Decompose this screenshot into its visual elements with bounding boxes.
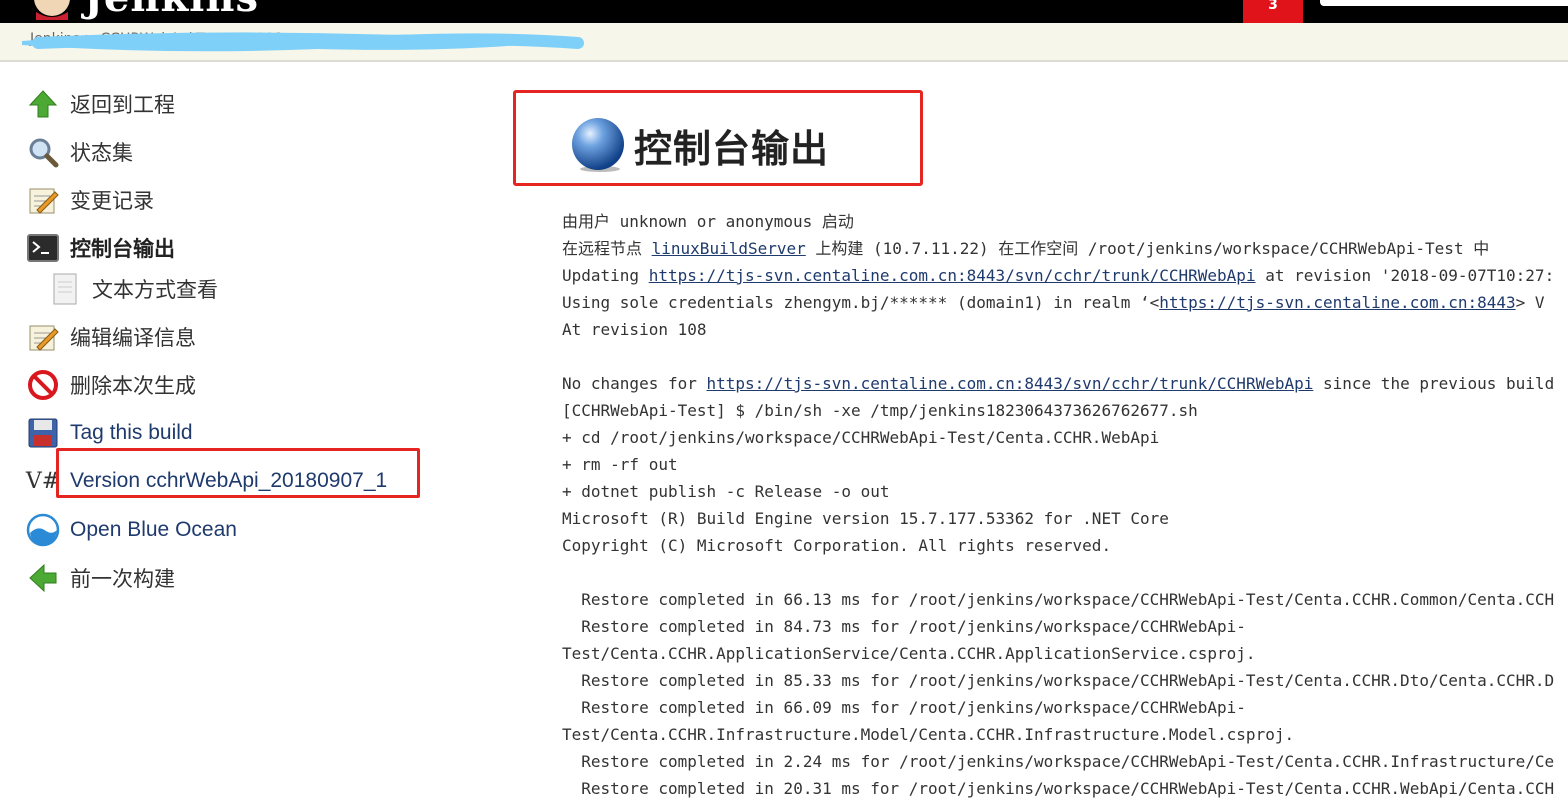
jenkins-butler-logo-icon[interactable] (26, 0, 78, 20)
console-line: [CCHRWebApi-Test] $ /bin/sh -xe /tmp/jen… (562, 401, 1198, 420)
console-line: Using sole credentials zhengym.bj/******… (562, 289, 1568, 316)
console-line: 由用户 unknown or anonymous 启动 (562, 212, 854, 231)
task-view-as-plain-text[interactable]: 文本方式查看 (48, 271, 218, 307)
task-label: Tag this build (70, 421, 193, 444)
console-line: At revision 108 (562, 320, 707, 339)
floppy-disk-icon (26, 416, 60, 450)
task-label: 删除本次生成 (70, 374, 196, 398)
terminal-icon (26, 231, 60, 265)
task-label: 编辑编译信息 (70, 326, 196, 350)
alert-badge[interactable]: 3 (1243, 0, 1303, 23)
console-line: Restore completed in 85.33 ms for /root/… (562, 671, 1555, 690)
console-line: Copyright (C) Microsoft Corporation. All… (562, 536, 1112, 555)
console-text: 上构建 (10.7.11.22) 在工作空间 /root/jenkins/wor… (805, 239, 1490, 258)
task-label: 状态集 (70, 141, 133, 165)
console-line: 在远程节点 linuxBuildServer 上构建 (10.7.11.22) … (562, 235, 1568, 262)
task-open-blue-ocean[interactable]: Open Blue Ocean (26, 512, 237, 548)
task-label: 变更记录 (70, 189, 154, 213)
svn-realm-link[interactable]: https://tjs-svn.centaline.com.cn:8443 (1159, 293, 1515, 312)
console-line: Restore completed in 84.73 ms for /root/… (562, 617, 1246, 636)
task-tag-this-build[interactable]: Tag this build (26, 415, 193, 451)
svn-link[interactable]: https://tjs-svn.centaline.com.cn:8443/sv… (707, 374, 1314, 393)
console-line: Restore completed in 66.09 ms for /root/… (562, 698, 1246, 717)
console-line: Restore completed in 2.24 ms for /root/j… (562, 752, 1555, 771)
console-text: Updating (562, 266, 649, 285)
console-text: 在远程节点 (562, 239, 652, 258)
console-line: + dotnet publish -c Release -o out (562, 482, 890, 501)
console-output: 由用户 unknown or anonymous 启动 在远程节点 linuxB… (562, 208, 1568, 804)
version-icon: V# (26, 464, 60, 498)
task-delete-build[interactable]: 删除本次生成 (26, 367, 196, 403)
console-line: + cd /root/jenkins/workspace/CCHRWebApi-… (562, 428, 1160, 447)
task-label: 控制台输出 (70, 237, 175, 261)
console-text: at revision '2018-09-07T10:27: (1255, 266, 1555, 285)
node-link[interactable]: linuxBuildServer (652, 239, 806, 258)
console-line: Restore completed in 20.31 ms for /root/… (562, 779, 1555, 798)
search-input[interactable] (1320, 0, 1568, 6)
task-label: Open Blue Ocean (70, 518, 237, 541)
document-icon (48, 272, 82, 306)
console-text: since the previous build (1313, 374, 1555, 393)
jenkins-header: Jenkins 3 (0, 0, 1568, 23)
search-icon (26, 135, 60, 169)
page-title: 控制台输出 (634, 127, 830, 171)
task-label: 文本方式查看 (92, 278, 218, 302)
task-back-to-project[interactable]: 返回到工程 (26, 86, 175, 122)
notepad-icon (26, 183, 60, 217)
task-status[interactable]: 状态集 (26, 134, 133, 170)
console-line: Microsoft (R) Build Engine version 15.7.… (562, 509, 1169, 528)
no-entry-icon (26, 368, 60, 402)
task-previous-build[interactable]: 前一次构建 (26, 560, 175, 596)
side-panel: 返回到工程 状态集 变更记录 控制台输出 文本方式查看 编辑编译信息 删除本次生… (0, 62, 480, 804)
redaction-scribble (22, 32, 584, 52)
task-console-output[interactable]: 控制台输出 (26, 230, 175, 266)
svn-link[interactable]: https://tjs-svn.centaline.com.cn:8443/sv… (649, 266, 1256, 285)
breadcrumb: Jenkins > CCHRWebApi-Test > #108 (0, 23, 1568, 62)
console-text: > V (1515, 293, 1545, 312)
console-line: Updating https://tjs-svn.centaline.com.c… (562, 262, 1568, 289)
console-line: Restore completed in 66.13 ms for /root/… (562, 590, 1555, 609)
task-changes[interactable]: 变更记录 (26, 182, 154, 218)
notepad-icon (26, 320, 60, 354)
left-arrow-icon (26, 561, 60, 595)
version-highlight-box (56, 448, 420, 498)
console-line: + rm -rf out (562, 455, 678, 474)
console-line: No changes for https://tjs-svn.centaline… (562, 370, 1568, 397)
jenkins-logo-text[interactable]: Jenkins (84, 0, 259, 18)
blue-ocean-icon (26, 513, 60, 547)
console-line: Test/Centa.CCHR.ApplicationService/Centa… (562, 644, 1256, 663)
task-label: 返回到工程 (70, 93, 175, 117)
console-text: Using sole credentials zhengym.bj/******… (562, 293, 1160, 312)
up-arrow-icon (26, 87, 60, 121)
task-label: 前一次构建 (70, 567, 175, 591)
task-edit-build-info[interactable]: 编辑编译信息 (26, 319, 196, 355)
console-text: No changes for (562, 374, 707, 393)
blue-ball-icon (572, 118, 624, 172)
console-line: Test/Centa.CCHR.Infrastructure.Model/Cen… (562, 725, 1295, 744)
